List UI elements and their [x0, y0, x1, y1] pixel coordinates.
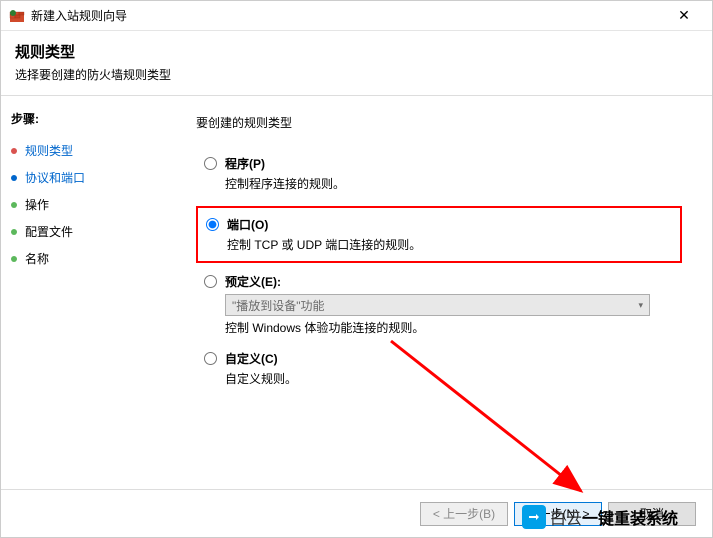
option-desc-predefined: 控制 Windows 体验功能连接的规则。 [225, 319, 682, 336]
step-bullet-icon [11, 229, 17, 235]
step-bullet-icon [11, 175, 17, 181]
radio-predefined[interactable] [204, 275, 217, 288]
option-label-port: 端口(O) [227, 216, 268, 233]
close-button[interactable]: ✕ [664, 2, 704, 30]
option-label-program: 程序(P) [225, 155, 265, 172]
step-label: 协议和端口 [25, 169, 85, 186]
step-label: 规则类型 [25, 142, 73, 159]
page-subtitle: 选择要创建的防火墙规则类型 [15, 66, 698, 83]
firewall-icon [9, 8, 25, 24]
option-desc-port: 控制 TCP 或 UDP 端口连接的规则。 [227, 236, 672, 253]
predefined-dropdown: "播放到设备"功能 ▾ [225, 294, 650, 316]
highlight-annotation: 端口(O) 控制 TCP 或 UDP 端口连接的规则。 [196, 206, 682, 263]
wizard-header: 规则类型 选择要创建的防火墙规则类型 [1, 31, 712, 96]
main-panel: 要创建的规则类型 程序(P) 控制程序连接的规则。 端口(O) 控制 TCP 或… [166, 96, 712, 498]
wizard-footer: < 上一步(B) 下一步(N) > 取消 [1, 489, 712, 537]
radio-custom[interactable] [204, 352, 217, 365]
back-button: < 上一步(B) [420, 502, 508, 526]
sidebar-step-1[interactable]: 协议和端口 [11, 164, 156, 191]
sidebar-title: 步骤: [11, 110, 156, 127]
sidebar-step-2[interactable]: 操作 [11, 191, 156, 218]
sidebar-step-0[interactable]: 规则类型 [11, 137, 156, 164]
step-label: 配置文件 [25, 223, 73, 240]
dropdown-value: "播放到设备"功能 [232, 297, 325, 314]
sidebar-step-4[interactable]: 名称 [11, 245, 156, 272]
titlebar: 新建入站规则向导 ✕ [1, 1, 712, 31]
page-title: 规则类型 [15, 41, 698, 62]
option-custom: 自定义(C) 自定义规则。 [196, 350, 682, 387]
step-bullet-icon [11, 148, 17, 154]
next-button[interactable]: 下一步(N) > [514, 502, 602, 526]
rule-type-question: 要创建的规则类型 [196, 114, 682, 131]
option-desc-custom: 自定义规则。 [225, 370, 682, 387]
step-bullet-icon [11, 256, 17, 262]
chevron-down-icon: ▾ [638, 300, 643, 311]
option-predefined: 预定义(E): "播放到设备"功能 ▾ 控制 Windows 体验功能连接的规则。 [196, 273, 682, 336]
step-label: 名称 [25, 250, 49, 267]
sidebar-step-3[interactable]: 配置文件 [11, 218, 156, 245]
option-label-custom: 自定义(C) [225, 350, 278, 367]
radio-program[interactable] [204, 157, 217, 170]
option-desc-program: 控制程序连接的规则。 [225, 175, 682, 192]
close-icon: ✕ [678, 7, 690, 24]
content-area: 步骤: 规则类型协议和端口操作配置文件名称 要创建的规则类型 程序(P) 控制程… [1, 96, 712, 498]
wizard-steps-sidebar: 步骤: 规则类型协议和端口操作配置文件名称 [1, 96, 166, 498]
option-program: 程序(P) 控制程序连接的规则。 [196, 155, 682, 192]
radio-port[interactable] [206, 218, 219, 231]
step-bullet-icon [11, 202, 17, 208]
option-label-predefined: 预定义(E): [225, 273, 281, 290]
window-title: 新建入站规则向导 [31, 7, 664, 24]
step-label: 操作 [25, 196, 49, 213]
cancel-button[interactable]: 取消 [608, 502, 696, 526]
option-port: 端口(O) 控制 TCP 或 UDP 端口连接的规则。 [206, 216, 672, 253]
